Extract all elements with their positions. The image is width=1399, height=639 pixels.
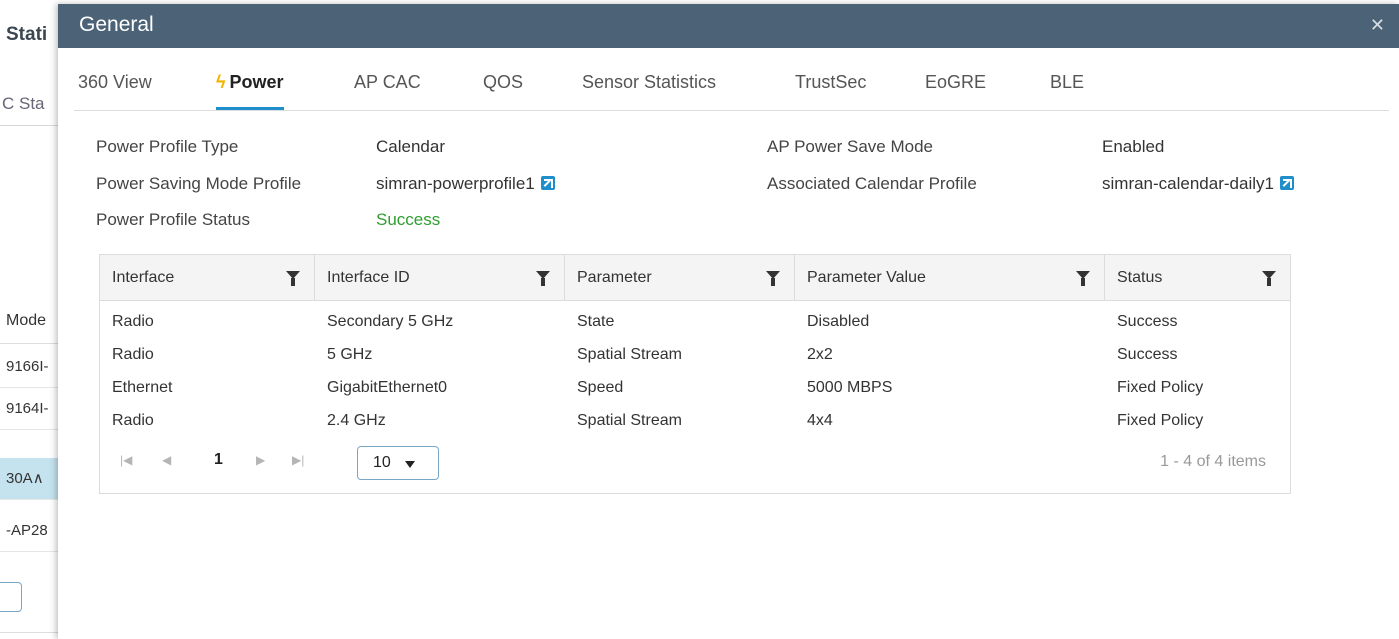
cell-status: Success [1117, 346, 1178, 363]
tab-label: TrustSec [795, 72, 867, 92]
tab-label: EoGRE [925, 72, 987, 92]
table-row[interactable]: Ethernet GigabitEthernet0 Speed 5000 MBP… [100, 371, 1290, 404]
tab-sensor-statistics[interactable]: Sensor Statistics [582, 72, 716, 110]
background-row[interactable]: 9164I- [0, 388, 58, 430]
cell-interface: Ethernet [112, 379, 173, 396]
associated-calendar-profile-link[interactable]: simran-calendar-daily1 [1102, 174, 1294, 194]
calendar-link-text: simran-calendar-daily1 [1102, 174, 1274, 193]
chevron-down-icon [405, 461, 415, 468]
filter-icon[interactable] [1262, 271, 1276, 286]
background-row-selected[interactable]: 30A∧ [0, 458, 58, 500]
tab-label: BLE [1050, 72, 1085, 92]
ap-power-save-mode-label: AP Power Save Mode [767, 137, 933, 156]
column-label: Parameter Value [807, 269, 926, 286]
table-row[interactable]: Radio Secondary 5 GHz State Disabled Suc… [100, 305, 1290, 338]
tab-ble[interactable]: BLE [1050, 72, 1084, 110]
tab-bar: 360 View ϟ Power AP CAC QOS Sensor Statis… [74, 66, 1389, 111]
column-label: Interface ID [327, 269, 410, 286]
column-header-parameter[interactable]: Parameter [565, 255, 795, 301]
column-label: Parameter [577, 269, 652, 286]
cell-interface: Radio [112, 346, 154, 363]
cell-status: Success [1117, 313, 1178, 330]
cell-interface: Radio [112, 313, 154, 330]
last-page-icon[interactable]: ▶| [292, 453, 304, 467]
ap-power-save-mode-value: Enabled [1102, 137, 1165, 156]
divider [0, 632, 58, 633]
filter-icon[interactable] [286, 271, 300, 286]
associated-calendar-profile-label: Associated Calendar Profile [767, 174, 977, 193]
column-header-status[interactable]: Status [1105, 255, 1290, 301]
cell-parameter-value: 4x4 [807, 412, 833, 429]
cell-status: Fixed Policy [1117, 379, 1204, 396]
power-profile-status-label: Power Profile Status [96, 210, 251, 229]
cell-parameter-value: Disabled [807, 313, 870, 330]
tab-360-view[interactable]: 360 View [78, 72, 152, 110]
cell-parameter: Speed [577, 379, 624, 396]
filter-icon[interactable] [1076, 271, 1090, 286]
tab-label: AP CAC [354, 72, 421, 92]
lightning-icon: ϟ [216, 72, 226, 92]
current-page-number[interactable]: 1 [214, 451, 223, 469]
grid-header: Interface Interface ID Parameter Paramet… [100, 255, 1290, 301]
power-profile-type-value: Calendar [376, 137, 445, 156]
external-link-icon[interactable] [540, 176, 555, 190]
cell-interface-id: GigabitEthernet0 [327, 379, 448, 396]
power-saving-mode-profile-link[interactable]: simran-powerprofile1 [376, 174, 555, 194]
background-column-header: Mode [6, 312, 47, 329]
power-saving-mode-profile-label: Power Saving Mode Profile [96, 174, 302, 193]
tab-qos[interactable]: QOS [483, 72, 523, 110]
tab-trustsec[interactable]: TrustSec [795, 72, 866, 110]
cell-parameter-value: 2x2 [807, 346, 833, 363]
background-page: Stati C Sta Mode 9166I- 9164I- 30A∧ -AP2… [0, 0, 58, 639]
cell-parameter: Spatial Stream [577, 346, 682, 363]
background-row[interactable]: -AP28 [0, 510, 58, 552]
dialog-header: General ✕ [58, 4, 1399, 48]
page-size-select[interactable]: 10 [357, 446, 439, 480]
profile-link-text: simran-powerprofile1 [376, 174, 535, 193]
tab-label: Sensor Statistics [582, 72, 717, 92]
column-header-interface-id[interactable]: Interface ID [315, 255, 565, 301]
general-dialog: General ✕ 360 View ϟ Power AP CAC QOS Sen… [58, 4, 1399, 639]
close-icon[interactable]: ✕ [1370, 15, 1385, 36]
filter-icon[interactable] [766, 271, 780, 286]
background-title: Stati [6, 24, 48, 45]
table-row[interactable]: Radio 2.4 GHz Spatial Stream 4x4 Fixed P… [100, 404, 1290, 437]
background-row[interactable]: 9166I- [0, 346, 58, 388]
tab-ap-cac[interactable]: AP CAC [354, 72, 421, 110]
cell-status: Fixed Policy [1117, 412, 1204, 429]
filter-icon[interactable] [536, 271, 550, 286]
cell-interface-id: 2.4 GHz [327, 412, 386, 429]
column-header-interface[interactable]: Interface [100, 255, 315, 301]
external-link-icon[interactable] [1279, 176, 1294, 190]
grid-pager: |◀ ◀ 1 ▶ ▶| 10 1 - 4 of 4 items [100, 439, 1290, 485]
background-subtitle: C Sta [2, 94, 45, 113]
table-row[interactable]: Radio 5 GHz Spatial Stream 2x2 Success [100, 338, 1290, 371]
dialog-title: General [79, 13, 154, 36]
first-page-icon[interactable]: |◀ [120, 453, 132, 467]
next-page-icon[interactable]: ▶ [256, 453, 265, 467]
background-input[interactable] [0, 582, 22, 612]
items-count: 1 - 4 of 4 items [1160, 453, 1266, 470]
power-interface-grid: Interface Interface ID Parameter Paramet… [99, 254, 1291, 494]
divider [0, 343, 58, 344]
cell-interface-id: Secondary 5 GHz [327, 313, 454, 330]
tab-eogre[interactable]: EoGRE [925, 72, 986, 110]
cell-parameter-value: 5000 MBPS [807, 379, 893, 396]
tab-power[interactable]: ϟ Power [216, 72, 284, 110]
column-header-parameter-value[interactable]: Parameter Value [795, 255, 1105, 301]
power-profile-type-label: Power Profile Type [96, 137, 239, 156]
column-label: Status [1117, 269, 1163, 286]
cell-parameter: Spatial Stream [577, 412, 682, 429]
page-size-value: 10 [373, 454, 391, 471]
column-label: Interface [112, 269, 175, 286]
tab-label: QOS [483, 72, 524, 92]
divider [0, 125, 58, 126]
previous-page-icon[interactable]: ◀ [162, 453, 171, 467]
tab-label: Power [229, 72, 284, 92]
cell-interface-id: 5 GHz [327, 346, 373, 363]
cell-parameter: State [577, 313, 615, 330]
tab-label: 360 View [78, 72, 152, 92]
cell-interface: Radio [112, 412, 154, 429]
power-profile-status-value: Success [376, 210, 441, 229]
